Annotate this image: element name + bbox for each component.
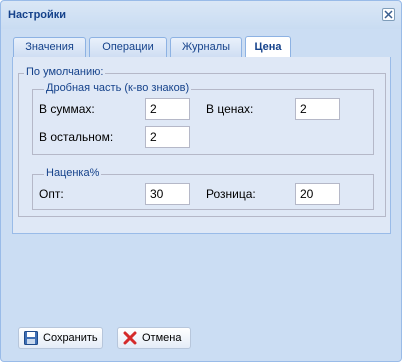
- defaults-legend: По умолчанию:: [24, 66, 106, 78]
- other-label: В остальном:: [39, 130, 114, 144]
- red-x-icon: [123, 331, 137, 345]
- tab-values[interactable]: Значения: [13, 37, 86, 57]
- other-decimals-input[interactable]: [145, 126, 190, 148]
- tab-operations[interactable]: Операции: [89, 37, 167, 57]
- tab-operations-label: Операции: [102, 41, 154, 53]
- markup-fieldset: Наценка% Опт: Розница:: [32, 167, 374, 210]
- retail-markup-input[interactable]: [295, 183, 340, 205]
- window-title: Настройки: [8, 9, 67, 21]
- prices-decimals-input[interactable]: [295, 98, 340, 120]
- fraction-legend: Дробная часть (к-во знаков): [44, 82, 192, 94]
- save-button-label: Сохранить: [43, 332, 98, 344]
- settings-window: Настройки Значения Операции Журналы Цена…: [0, 0, 402, 362]
- cancel-button-label: Отмена: [142, 332, 182, 344]
- close-icon: [384, 10, 393, 19]
- wholesale-markup-input[interactable]: [145, 183, 190, 205]
- sums-decimals-input[interactable]: [145, 98, 190, 120]
- tab-journals[interactable]: Журналы: [170, 37, 242, 57]
- close-button[interactable]: [382, 8, 395, 21]
- window-titlebar[interactable]: Настройки: [1, 1, 401, 29]
- price-tab-panel: По умолчанию: Дробная часть (к-во знаков…: [12, 57, 391, 234]
- tab-price-label: Цена: [254, 41, 282, 53]
- defaults-fieldset: По умолчанию: Дробная часть (к-во знаков…: [18, 66, 386, 217]
- floppy-disk-icon: [24, 331, 38, 345]
- markup-legend: Наценка%: [44, 167, 102, 179]
- cancel-button[interactable]: Отмена: [117, 327, 191, 349]
- prices-label: В ценах:: [206, 102, 254, 116]
- tab-bar: Значения Операции Журналы Цена: [12, 35, 391, 58]
- wholesale-label: Опт:: [39, 187, 64, 201]
- retail-label: Розница:: [206, 187, 256, 201]
- save-button[interactable]: Сохранить: [18, 327, 103, 349]
- tab-values-label: Значения: [25, 41, 74, 53]
- sums-label: В суммах:: [39, 102, 95, 116]
- tab-journals-label: Журналы: [181, 41, 231, 53]
- tab-price[interactable]: Цена: [245, 36, 291, 58]
- fraction-fieldset: Дробная часть (к-во знаков) В суммах: В …: [32, 82, 374, 155]
